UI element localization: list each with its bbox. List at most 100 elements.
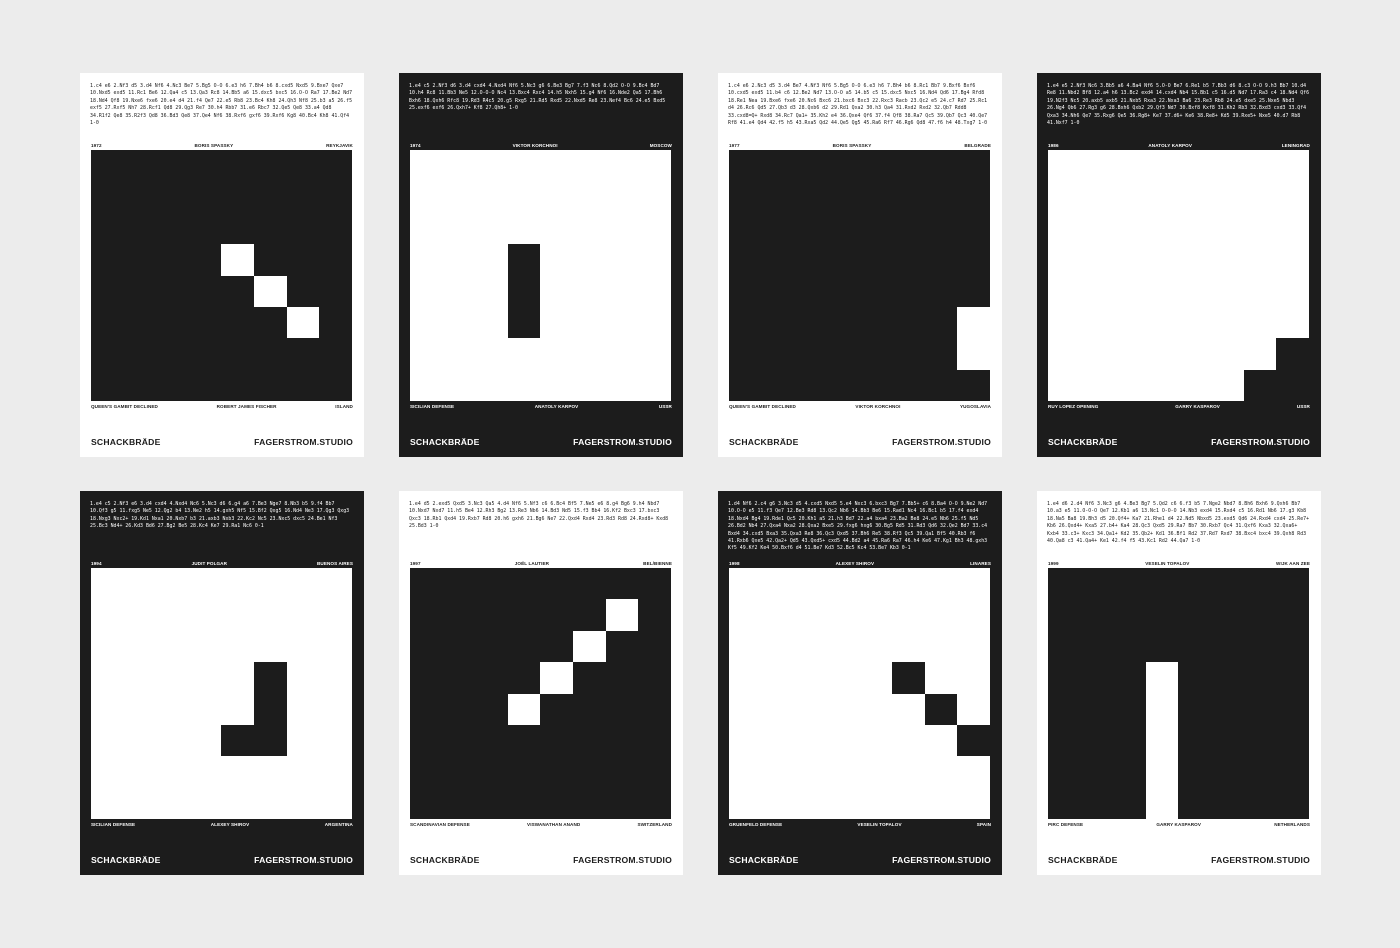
brand-title: SCHACKBRÄDE bbox=[1048, 437, 1118, 447]
board-square bbox=[507, 307, 541, 339]
game-moves-text: 1.e4 d6 2.d4 Nf6 3.Nc3 g6 4.Be3 Bg7 5.Qd… bbox=[1047, 501, 1310, 545]
board-square bbox=[892, 662, 925, 694]
poster-brand-row: SCHACKBRÄDE FAGERSTROM.STUDIO bbox=[729, 855, 991, 865]
poster-brand-row: SCHACKBRÄDE FAGERSTROM.STUDIO bbox=[729, 437, 991, 447]
poster-header-meta: 1998 Alexey Shirov Linares bbox=[729, 561, 991, 566]
game-year: 1986 bbox=[1048, 143, 1059, 148]
board-square bbox=[254, 662, 287, 694]
brand-title: SCHACKBRÄDE bbox=[410, 855, 480, 865]
poster-card: 1.e4 c5 2.Nf3 d6 3.d4 cxd4 4.Nxd4 Nf6 5.… bbox=[399, 73, 683, 457]
poster-header-meta: 1986 Anatoly Karpov Leningrad bbox=[1048, 143, 1310, 148]
poster-brand-row: SCHACKBRÄDE FAGERSTROM.STUDIO bbox=[1048, 855, 1310, 865]
game-moves-text: 1.e4 e5 2.Nf3 Nc6 3.Bb5 a6 4.Ba4 Nf6 5.O… bbox=[1047, 83, 1310, 127]
opening-name: Gruenfeld Defense bbox=[729, 822, 783, 827]
poster-brand-row: SCHACKBRÄDE FAGERSTROM.STUDIO bbox=[410, 855, 672, 865]
brand-title: SCHACKBRÄDE bbox=[91, 855, 161, 865]
game-year: 1997 bbox=[410, 561, 421, 566]
board-square bbox=[1276, 369, 1309, 402]
opponent-name: Veselin Topalov bbox=[857, 822, 902, 827]
board-square bbox=[605, 599, 639, 631]
board-square bbox=[957, 725, 990, 757]
poster-brand-row: SCHACKBRÄDE FAGERSTROM.STUDIO bbox=[91, 437, 353, 447]
poster-card: 1.d4 Nf6 2.c4 g6 3.Nc3 d5 4.cxd5 Nxd5 5.… bbox=[718, 491, 1002, 875]
board-square bbox=[1145, 787, 1179, 820]
game-city: Linares bbox=[970, 561, 991, 566]
poster-card: 1.c4 e6 2.Nc3 d5 3.d4 Be7 4.Nf3 Nf6 5.Bg… bbox=[718, 73, 1002, 457]
chess-board-graphic bbox=[410, 568, 671, 819]
studio-name: FAGERSTROM.STUDIO bbox=[573, 437, 672, 447]
poster-footer-meta: Sicilian Defense Anatoly Karpov USSR bbox=[410, 404, 672, 409]
brand-title: SCHACKBRÄDE bbox=[1048, 855, 1118, 865]
board-square bbox=[507, 244, 541, 276]
poster-card: 1.e4 d6 2.d4 Nf6 3.Nc3 g6 4.Be3 Bg7 5.Qd… bbox=[1037, 491, 1321, 875]
game-city: Reykjavik bbox=[326, 143, 353, 148]
poster-header-meta: 1972 Boris Spassky Reykjavik bbox=[91, 143, 353, 148]
chess-board-graphic bbox=[410, 150, 671, 401]
poster-grid: 1.c4 e6 2.Nf3 d5 3.d4 Nf6 4.Nc3 Be7 5.Bg… bbox=[0, 0, 1400, 948]
studio-name: FAGERSTROM.STUDIO bbox=[1211, 855, 1310, 865]
poster-footer-meta: Pirc Defense Garry Kasparov Netherlands bbox=[1048, 822, 1310, 827]
chess-board-graphic bbox=[1048, 568, 1309, 820]
opponent-name: Viswanathan Anand bbox=[527, 822, 581, 827]
studio-name: FAGERSTROM.STUDIO bbox=[254, 855, 353, 865]
board-square bbox=[957, 307, 990, 339]
board-square bbox=[924, 693, 958, 725]
game-moves-text: 1.d4 Nf6 2.c4 g6 3.Nc3 d5 4.cxd5 Nxd5 5.… bbox=[728, 501, 988, 552]
opponent-name: Garry Kasparov bbox=[1175, 404, 1220, 409]
game-city: Belgrade bbox=[964, 143, 991, 148]
poster-card: 1.c4 e6 2.Nf3 d5 3.d4 Nf6 4.Nc3 Be7 5.Bg… bbox=[80, 73, 364, 457]
brand-title: SCHACKBRÄDE bbox=[729, 855, 799, 865]
player-name: Veselin Topalov bbox=[1145, 561, 1190, 566]
game-city: Moscow bbox=[649, 143, 672, 148]
board-square bbox=[221, 244, 254, 276]
studio-name: FAGERSTROM.STUDIO bbox=[892, 437, 991, 447]
poster-brand-row: SCHACKBRÄDE FAGERSTROM.STUDIO bbox=[1048, 437, 1310, 447]
game-year: 1977 bbox=[729, 143, 740, 148]
opponent-name: Anatoly Karpov bbox=[534, 404, 579, 409]
player-name: Boris Spassky bbox=[832, 143, 872, 148]
poster-footer-meta: Ruy Lopez Opening Garry Kasparov USSR bbox=[1048, 404, 1310, 409]
studio-name: FAGERSTROM.STUDIO bbox=[573, 855, 672, 865]
poster-header-meta: 1977 Boris Spassky Belgrade bbox=[729, 143, 991, 148]
game-year: 1999 bbox=[1048, 561, 1059, 566]
opening-name: Sicilian Defense bbox=[410, 404, 455, 409]
game-year: 1972 bbox=[91, 143, 102, 148]
poster-card: 1.e4 d5 2.exd5 Qxd5 3.Nc3 Qa5 4.d4 Nf6 5… bbox=[399, 491, 683, 875]
opening-name: Sicilian Defense bbox=[91, 822, 136, 827]
game-city: Wijk aan Zee bbox=[1276, 561, 1310, 566]
board-square bbox=[254, 725, 287, 757]
brand-title: SCHACKBRÄDE bbox=[410, 437, 480, 447]
game-country: Netherlands bbox=[1274, 822, 1310, 827]
poster-brand-row: SCHACKBRÄDE FAGERSTROM.STUDIO bbox=[91, 855, 353, 865]
game-moves-text: 1.e4 c5 2.Nf3 e6 3.d4 cxd4 4.Nxd4 Nc6 5.… bbox=[90, 501, 350, 530]
player-name: Viktor Korchnoi bbox=[512, 143, 558, 148]
poster-footer-meta: Queen's Gambit Declined Viktor Korchnoi Yu… bbox=[729, 404, 991, 409]
game-year: 1994 bbox=[91, 561, 102, 566]
game-country: Island bbox=[335, 404, 353, 409]
poster-footer-meta: Queen's Gambit Declined Robert James Fisc… bbox=[91, 404, 353, 409]
board-square bbox=[1145, 725, 1179, 757]
game-city: Leningrad bbox=[1281, 143, 1310, 148]
player-name: Judit Polgar bbox=[191, 561, 228, 566]
opening-name: Queen's Gambit Declined bbox=[729, 404, 796, 409]
poster-footer-meta: Gruenfeld Defense Veselin Topalov Spain bbox=[729, 822, 991, 827]
board-square bbox=[957, 338, 990, 370]
poster-header-meta: 1974 Viktor Korchnoi Moscow bbox=[410, 143, 672, 148]
board-square bbox=[1145, 756, 1179, 788]
player-name: Anatoly Karpov bbox=[1148, 143, 1192, 148]
game-year: 1974 bbox=[410, 143, 421, 148]
player-name: Alexey Shirov bbox=[835, 561, 875, 566]
poster-card: 1.e4 c5 2.Nf3 e6 3.d4 cxd4 4.Nxd4 Nc6 5.… bbox=[80, 491, 364, 875]
studio-name: FAGERSTROM.STUDIO bbox=[254, 437, 353, 447]
game-country: Switzerland bbox=[637, 822, 672, 827]
player-name: Joël Lautier bbox=[514, 561, 550, 566]
chess-board-graphic bbox=[1048, 150, 1309, 402]
game-country: Argentina bbox=[324, 822, 353, 827]
chess-board-graphic bbox=[91, 150, 352, 401]
opponent-name: Alexey Shirov bbox=[210, 822, 250, 827]
game-country: USSR bbox=[1296, 404, 1310, 409]
game-moves-text: 1.c4 e6 2.Nf3 d5 3.d4 Nf6 4.Nc3 Be7 5.Bg… bbox=[90, 83, 353, 127]
board-square bbox=[573, 630, 606, 663]
brand-title: SCHACKBRÄDE bbox=[729, 437, 799, 447]
opening-name: Ruy Lopez Opening bbox=[1048, 404, 1099, 409]
